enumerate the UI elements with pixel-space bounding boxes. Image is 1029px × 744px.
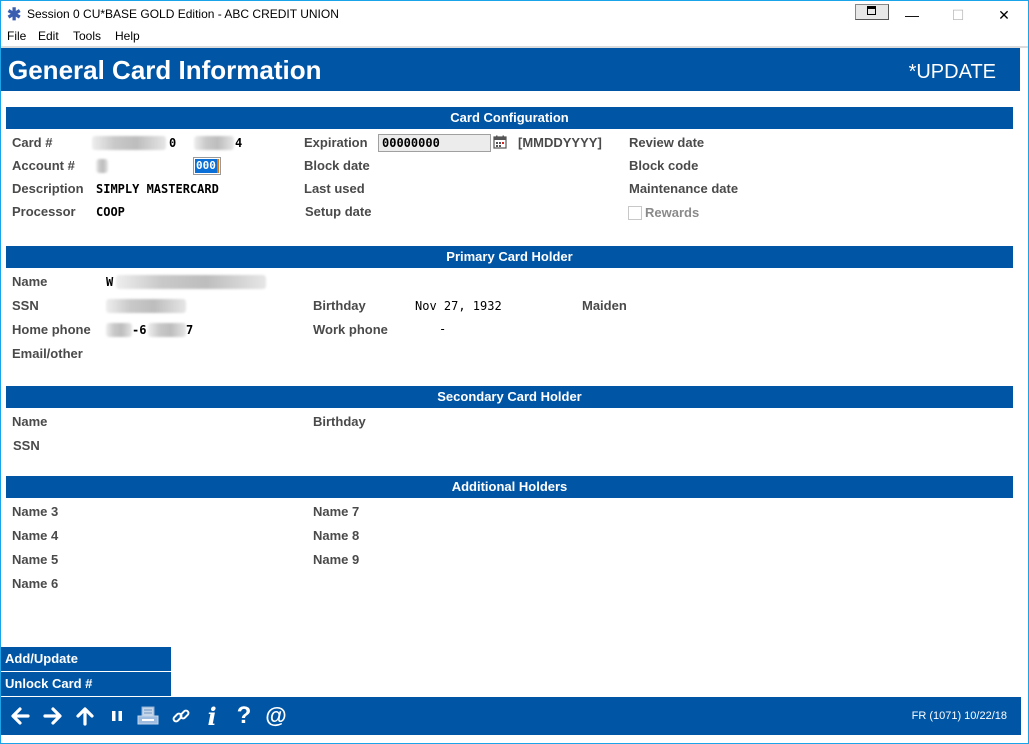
redacted-area-code: [106, 323, 132, 337]
block-date-label: Block date: [304, 158, 370, 173]
window-switch-icon: [867, 6, 876, 15]
work-phone-value: -: [439, 322, 447, 336]
link-icon[interactable]: [169, 703, 193, 729]
section-primary-card-holder: Primary Card Holder: [6, 246, 1013, 268]
menu-edit[interactable]: Edit: [38, 29, 59, 43]
redacted-account-number: [96, 159, 108, 173]
account-number-label: Account #: [12, 158, 75, 173]
work-phone-label: Work phone: [313, 322, 388, 337]
last-used-label: Last used: [304, 181, 365, 196]
processor-label: Processor: [12, 204, 76, 219]
name-3-label: Name 3: [12, 504, 59, 519]
primary-name-initial: W: [106, 275, 114, 289]
add-update-button[interactable]: Add/Update: [1, 647, 171, 671]
name-4-label: Name 4: [12, 528, 59, 543]
redacted-ssn: [106, 299, 186, 313]
back-arrow-icon[interactable]: [8, 703, 32, 729]
processor-value: COOP: [96, 205, 125, 219]
review-date-label: Review date: [629, 135, 705, 150]
primary-ssn-label: SSN: [12, 298, 39, 313]
name-6-label: Name 6: [12, 576, 59, 591]
menu-bar: File Edit Tools Help: [1, 27, 1028, 46]
name-7-label: Name 7: [313, 504, 360, 519]
redacted-card-number: [92, 136, 166, 150]
minimize-icon: —: [905, 7, 919, 23]
close-icon: ✕: [998, 6, 1010, 23]
menu-help[interactable]: Help: [115, 29, 140, 43]
expiration-label: Expiration: [304, 135, 368, 150]
primary-name-label: Name: [12, 274, 48, 289]
email-icon[interactable]: @: [264, 703, 288, 729]
setup-date-label: Setup date: [305, 204, 372, 219]
calendar-icon[interactable]: [493, 135, 507, 149]
mode-indicator: *UPDATE: [908, 61, 996, 83]
home-phone-mid: -6: [132, 323, 147, 337]
section-secondary-card-holder: Secondary Card Holder: [6, 386, 1013, 408]
app-asterisk-icon: ✱: [7, 5, 22, 24]
maintenance-date-label: Maintenance date: [629, 181, 739, 196]
section-additional-holders: Additional Holders: [6, 476, 1013, 498]
email-label: Email/other: [12, 346, 83, 361]
forward-arrow-icon[interactable]: [41, 703, 65, 729]
account-suffix-input[interactable]: 000: [193, 157, 221, 175]
maximize-button[interactable]: ☐: [935, 1, 981, 29]
redacted-phone: [148, 323, 186, 337]
block-code-label: Block code: [629, 158, 699, 173]
birthday-label: Birthday: [313, 298, 366, 313]
expiration-format-hint: [MMDDYYYY]: [518, 135, 602, 150]
pause-icon[interactable]: [105, 703, 129, 729]
card-number-end: 4: [235, 136, 243, 150]
section-card-configuration: Card Configuration: [6, 107, 1013, 129]
secondary-name-label: Name: [12, 414, 48, 429]
expiration-input[interactable]: 00000000: [378, 134, 491, 152]
unlock-card-button[interactable]: Unlock Card #: [1, 672, 171, 696]
close-button[interactable]: ✕: [981, 1, 1027, 29]
session-switch-button[interactable]: [855, 4, 889, 20]
home-phone-end: 7: [186, 323, 194, 337]
rewards-label: Rewards: [645, 205, 700, 220]
home-phone-label: Home phone: [12, 322, 91, 337]
maiden-label: Maiden: [582, 298, 627, 313]
description-value: SIMPLY MASTERCARD: [96, 182, 219, 196]
maximize-icon: ☐: [951, 6, 965, 23]
info-icon[interactable]: i: [200, 702, 224, 731]
window-title: Session 0 CU*BASE GOLD Edition - ABC CRE…: [27, 7, 339, 21]
redacted-card-part: [194, 136, 234, 150]
footer-toolbar: i ? @ FR (1071) 10/22/18: [1, 697, 1021, 735]
card-number-suffix: 0: [169, 136, 177, 150]
secondary-birthday-label: Birthday: [313, 414, 366, 429]
up-arrow-icon[interactable]: [73, 703, 97, 729]
page-header: General Card Information *UPDATE: [1, 48, 1020, 91]
redacted-primary-name: [116, 275, 266, 289]
secondary-ssn-label: SSN: [13, 438, 40, 453]
page-title: General Card Information: [8, 55, 322, 85]
rewards-checkbox[interactable]: [628, 206, 642, 220]
help-icon[interactable]: ?: [232, 702, 256, 729]
text-cursor: [217, 159, 219, 173]
description-label: Description: [12, 181, 84, 196]
birthday-value: Nov 27, 1932: [415, 299, 502, 313]
name-8-label: Name 8: [313, 528, 360, 543]
session-status: FR (1071) 10/22/18: [911, 710, 1007, 722]
name-5-label: Name 5: [12, 552, 59, 567]
menu-tools[interactable]: Tools: [73, 29, 101, 43]
name-9-label: Name 9: [313, 552, 360, 567]
card-number-label: Card #: [12, 135, 53, 150]
account-suffix-value: 000: [195, 159, 217, 173]
print-icon[interactable]: [136, 703, 160, 729]
minimize-button[interactable]: —: [889, 1, 935, 29]
menu-file[interactable]: File: [7, 29, 26, 43]
title-bar: ✱ Session 0 CU*BASE GOLD Edition - ABC C…: [1, 1, 1028, 27]
